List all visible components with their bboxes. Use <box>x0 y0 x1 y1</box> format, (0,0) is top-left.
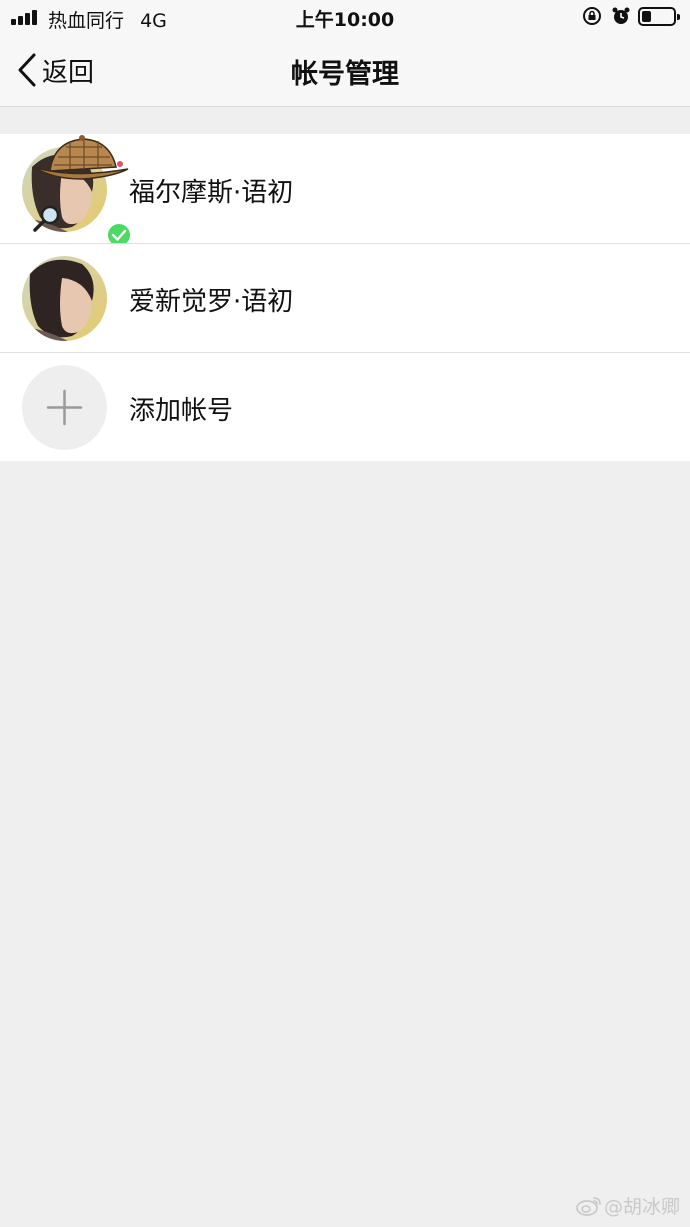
account-row[interactable]: 爱新觉罗·语初 <box>0 243 690 352</box>
add-account-label: 添加帐号 <box>129 396 234 426</box>
battery-icon <box>638 7 680 26</box>
account-management-screen: 热血同行 4G 上午10:00 返回 帐号管理 福尔摩斯·语初 爱新觉罗·语初 … <box>0 0 690 1227</box>
watermark: @胡冰卿 <box>576 1192 680 1219</box>
avatar <box>22 256 107 341</box>
alarm-icon <box>612 7 630 24</box>
account-list: 福尔摩斯·语初 爱新觉罗·语初 添加帐号 <box>0 134 690 461</box>
detective-hat-sticker <box>33 135 129 180</box>
account-name: 爱新觉罗·语初 <box>129 287 294 317</box>
weibo-icon <box>576 1196 601 1216</box>
avatar-photo <box>22 256 107 341</box>
magnifier-sticker <box>33 205 60 232</box>
watermark-text: @胡冰卿 <box>603 1196 680 1218</box>
account-name: 福尔摩斯·语初 <box>129 178 294 208</box>
avatar <box>22 135 132 248</box>
rotation-lock-icon <box>583 7 601 25</box>
status-bar: 热血同行 4G 上午10:00 <box>0 0 690 34</box>
navigation-bar: 返回 帐号管理 <box>0 34 690 107</box>
account-row-active[interactable]: 福尔摩斯·语初 <box>0 134 690 248</box>
add-account-button[interactable] <box>22 365 107 450</box>
page-title: 帐号管理 <box>291 59 399 90</box>
plus-icon <box>46 389 83 426</box>
add-account-row[interactable]: 添加帐号 <box>0 352 690 461</box>
